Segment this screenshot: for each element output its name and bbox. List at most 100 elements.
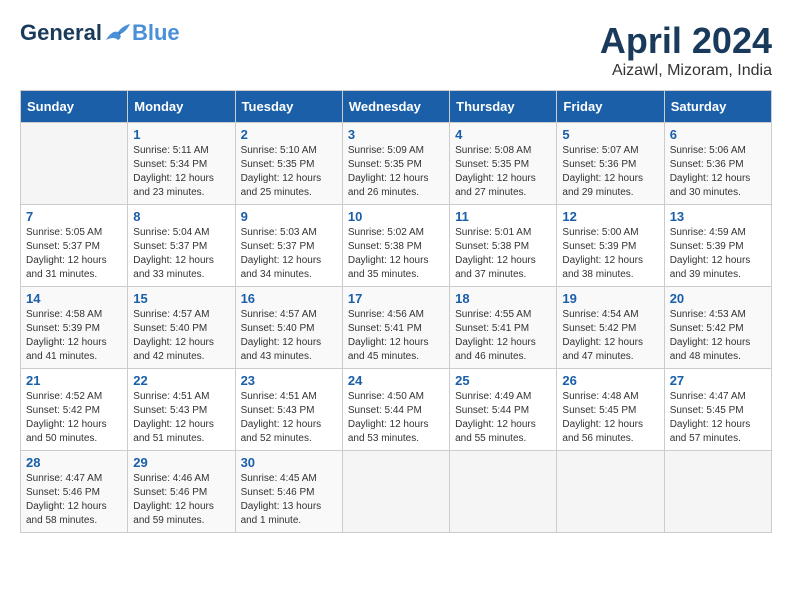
- page-header: General Blue April 2024 Aizawl, Mizoram,…: [20, 20, 772, 80]
- day-info: Sunrise: 5:06 AM Sunset: 5:36 PM Dayligh…: [670, 144, 766, 200]
- day-number: 30: [241, 455, 337, 470]
- logo-blue-text: Blue: [132, 20, 180, 46]
- day-info: Sunrise: 5:00 AM Sunset: 5:39 PM Dayligh…: [562, 226, 658, 282]
- calendar-cell: 1 Sunrise: 5:11 AM Sunset: 5:34 PM Daylig…: [128, 123, 235, 205]
- day-info: Sunrise: 5:11 AM Sunset: 5:34 PM Dayligh…: [133, 144, 229, 200]
- day-number: 16: [241, 291, 337, 306]
- day-number: 12: [562, 209, 658, 224]
- day-info: Sunrise: 4:57 AM Sunset: 5:40 PM Dayligh…: [241, 308, 337, 364]
- day-number: 6: [670, 127, 766, 142]
- calendar-cell: [664, 451, 771, 533]
- day-info: Sunrise: 4:59 AM Sunset: 5:39 PM Dayligh…: [670, 226, 766, 282]
- day-info: Sunrise: 5:05 AM Sunset: 5:37 PM Dayligh…: [26, 226, 122, 282]
- calendar-cell: 19 Sunrise: 4:54 AM Sunset: 5:42 PM Dayli…: [557, 287, 664, 369]
- calendar-cell: 29 Sunrise: 4:46 AM Sunset: 5:46 PM Dayli…: [128, 451, 235, 533]
- day-info: Sunrise: 4:47 AM Sunset: 5:45 PM Dayligh…: [670, 390, 766, 446]
- calendar-cell: 15 Sunrise: 4:57 AM Sunset: 5:40 PM Dayli…: [128, 287, 235, 369]
- day-info: Sunrise: 4:53 AM Sunset: 5:42 PM Dayligh…: [670, 308, 766, 364]
- day-number: 28: [26, 455, 122, 470]
- calendar-cell: [342, 451, 449, 533]
- calendar-week-row: 7 Sunrise: 5:05 AM Sunset: 5:37 PM Daylig…: [21, 205, 772, 287]
- day-header-monday: Monday: [128, 91, 235, 123]
- day-info: Sunrise: 4:54 AM Sunset: 5:42 PM Dayligh…: [562, 308, 658, 364]
- day-info: Sunrise: 4:52 AM Sunset: 5:42 PM Dayligh…: [26, 390, 122, 446]
- calendar-cell: 13 Sunrise: 4:59 AM Sunset: 5:39 PM Dayli…: [664, 205, 771, 287]
- day-info: Sunrise: 4:55 AM Sunset: 5:41 PM Dayligh…: [455, 308, 551, 364]
- calendar-cell: 30Sunrise: 4:45 AM Sunset: 5:46 PM Dayli…: [235, 451, 342, 533]
- calendar-week-row: 1 Sunrise: 5:11 AM Sunset: 5:34 PM Daylig…: [21, 123, 772, 205]
- day-info: Sunrise: 4:56 AM Sunset: 5:41 PM Dayligh…: [348, 308, 444, 364]
- day-info: Sunrise: 4:50 AM Sunset: 5:44 PM Dayligh…: [348, 390, 444, 446]
- day-number: 4: [455, 127, 551, 142]
- day-info: Sunrise: 4:47 AM Sunset: 5:46 PM Dayligh…: [26, 472, 122, 528]
- calendar-cell: 4 Sunrise: 5:08 AM Sunset: 5:35 PM Daylig…: [450, 123, 557, 205]
- day-number: 11: [455, 209, 551, 224]
- title-block: April 2024 Aizawl, Mizoram, India: [600, 20, 772, 80]
- day-number: 25: [455, 373, 551, 388]
- day-number: 26: [562, 373, 658, 388]
- calendar-cell: 20 Sunrise: 4:53 AM Sunset: 5:42 PM Dayli…: [664, 287, 771, 369]
- calendar-cell: [21, 123, 128, 205]
- calendar-week-row: 21 Sunrise: 4:52 AM Sunset: 5:42 PM Dayli…: [21, 369, 772, 451]
- calendar-header-row: SundayMondayTuesdayWednesdayThursdayFrid…: [21, 91, 772, 123]
- day-number: 17: [348, 291, 444, 306]
- day-number: 23: [241, 373, 337, 388]
- calendar-cell: 25Sunrise: 4:49 AM Sunset: 5:44 PM Dayli…: [450, 369, 557, 451]
- calendar-cell: 23 Sunrise: 4:51 AM Sunset: 5:43 PM Dayli…: [235, 369, 342, 451]
- day-info: Sunrise: 5:04 AM Sunset: 5:37 PM Dayligh…: [133, 226, 229, 282]
- day-info: Sunrise: 4:48 AM Sunset: 5:45 PM Dayligh…: [562, 390, 658, 446]
- calendar-cell: 7 Sunrise: 5:05 AM Sunset: 5:37 PM Daylig…: [21, 205, 128, 287]
- day-number: 9: [241, 209, 337, 224]
- day-number: 27: [670, 373, 766, 388]
- day-number: 15: [133, 291, 229, 306]
- calendar-week-row: 14 Sunrise: 4:58 AM Sunset: 5:39 PM Dayli…: [21, 287, 772, 369]
- calendar-cell: 16 Sunrise: 4:57 AM Sunset: 5:40 PM Dayli…: [235, 287, 342, 369]
- day-number: 20: [670, 291, 766, 306]
- day-number: 5: [562, 127, 658, 142]
- day-info: Sunrise: 5:01 AM Sunset: 5:38 PM Dayligh…: [455, 226, 551, 282]
- logo-bird-icon: [104, 22, 132, 44]
- calendar-cell: 14 Sunrise: 4:58 AM Sunset: 5:39 PM Dayli…: [21, 287, 128, 369]
- calendar-cell: [450, 451, 557, 533]
- day-info: Sunrise: 4:46 AM Sunset: 5:46 PM Dayligh…: [133, 472, 229, 528]
- calendar-cell: 22 Sunrise: 4:51 AM Sunset: 5:43 PM Dayli…: [128, 369, 235, 451]
- calendar-week-row: 28 Sunrise: 4:47 AM Sunset: 5:46 PM Dayli…: [21, 451, 772, 533]
- logo-general-text: General: [20, 20, 102, 46]
- day-number: 3: [348, 127, 444, 142]
- day-info: Sunrise: 4:51 AM Sunset: 5:43 PM Dayligh…: [241, 390, 337, 446]
- day-number: 21: [26, 373, 122, 388]
- logo: General Blue: [20, 20, 180, 46]
- day-info: Sunrise: 4:58 AM Sunset: 5:39 PM Dayligh…: [26, 308, 122, 364]
- calendar-cell: 28 Sunrise: 4:47 AM Sunset: 5:46 PM Dayli…: [21, 451, 128, 533]
- day-info: Sunrise: 5:02 AM Sunset: 5:38 PM Dayligh…: [348, 226, 444, 282]
- day-info: Sunrise: 5:09 AM Sunset: 5:35 PM Dayligh…: [348, 144, 444, 200]
- day-info: Sunrise: 4:57 AM Sunset: 5:40 PM Dayligh…: [133, 308, 229, 364]
- calendar-cell: 24Sunrise: 4:50 AM Sunset: 5:44 PM Dayli…: [342, 369, 449, 451]
- calendar-cell: 2Sunrise: 5:10 AM Sunset: 5:35 PM Daylig…: [235, 123, 342, 205]
- day-number: 2: [241, 127, 337, 142]
- calendar-cell: 11 Sunrise: 5:01 AM Sunset: 5:38 PM Dayli…: [450, 205, 557, 287]
- calendar-cell: 8Sunrise: 5:04 AM Sunset: 5:37 PM Daylig…: [128, 205, 235, 287]
- day-info: Sunrise: 5:08 AM Sunset: 5:35 PM Dayligh…: [455, 144, 551, 200]
- day-header-saturday: Saturday: [664, 91, 771, 123]
- day-header-friday: Friday: [557, 91, 664, 123]
- day-header-tuesday: Tuesday: [235, 91, 342, 123]
- day-number: 22: [133, 373, 229, 388]
- calendar-cell: 26 Sunrise: 4:48 AM Sunset: 5:45 PM Dayli…: [557, 369, 664, 451]
- day-header-thursday: Thursday: [450, 91, 557, 123]
- day-number: 1: [133, 127, 229, 142]
- calendar-cell: 17 Sunrise: 4:56 AM Sunset: 5:41 PM Dayli…: [342, 287, 449, 369]
- day-number: 13: [670, 209, 766, 224]
- day-header-sunday: Sunday: [21, 91, 128, 123]
- day-number: 19: [562, 291, 658, 306]
- calendar-cell: 10 Sunrise: 5:02 AM Sunset: 5:38 PM Dayli…: [342, 205, 449, 287]
- day-number: 14: [26, 291, 122, 306]
- day-number: 29: [133, 455, 229, 470]
- day-number: 7: [26, 209, 122, 224]
- calendar-cell: 12 Sunrise: 5:00 AM Sunset: 5:39 PM Dayli…: [557, 205, 664, 287]
- calendar-cell: 5Sunrise: 5:07 AM Sunset: 5:36 PM Daylig…: [557, 123, 664, 205]
- calendar-cell: 6 Sunrise: 5:06 AM Sunset: 5:36 PM Daylig…: [664, 123, 771, 205]
- day-info: Sunrise: 4:51 AM Sunset: 5:43 PM Dayligh…: [133, 390, 229, 446]
- calendar-cell: 27 Sunrise: 4:47 AM Sunset: 5:45 PM Dayli…: [664, 369, 771, 451]
- day-number: 10: [348, 209, 444, 224]
